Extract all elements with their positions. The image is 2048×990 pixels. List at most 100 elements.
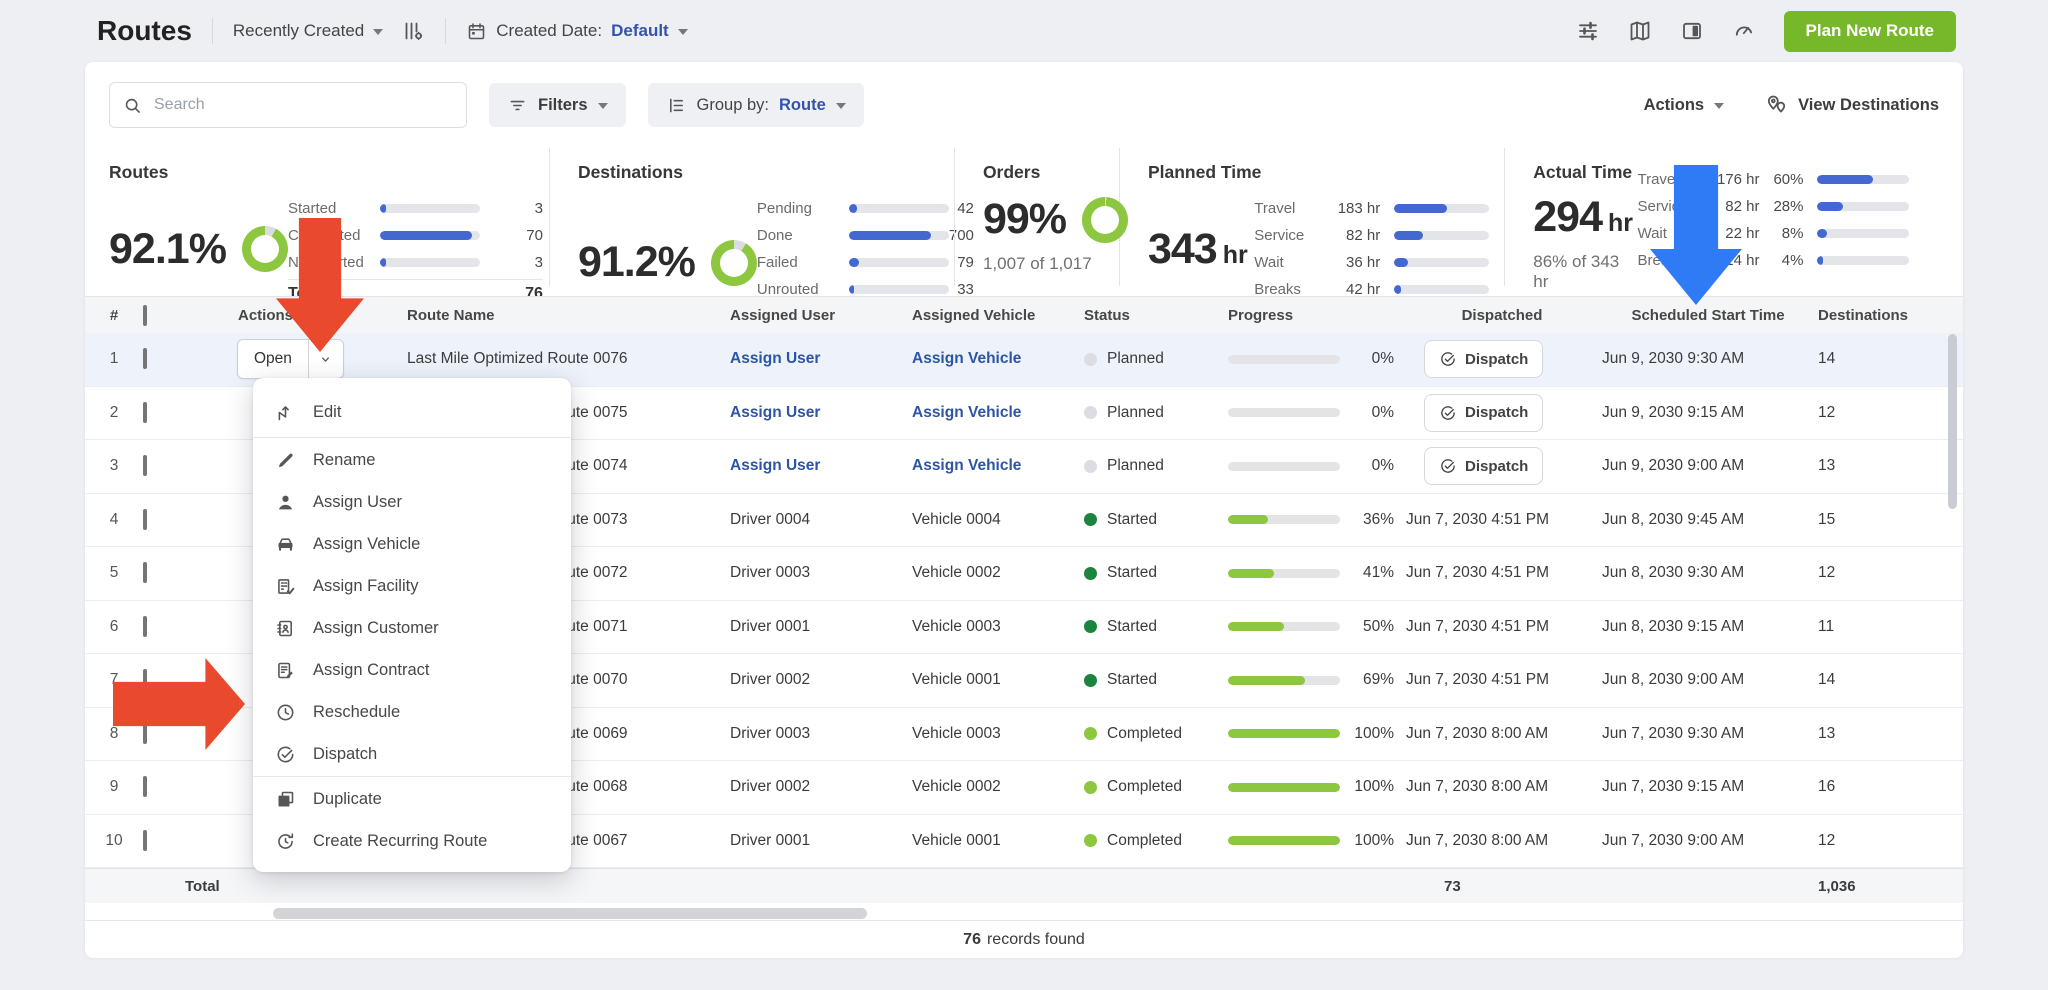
assigned-user-cell: Driver 0002: [702, 778, 882, 796]
facility-icon: [275, 576, 296, 597]
column-header-dispatched: Dispatched: [1404, 307, 1600, 324]
search-box[interactable]: [109, 82, 467, 128]
dispatch-button[interactable]: Dispatch: [1424, 447, 1543, 485]
destinations-cell: 12: [1816, 832, 1963, 850]
status-dot-started: [1084, 567, 1097, 580]
created-date-dropdown[interactable]: Created Date: Default: [466, 21, 687, 42]
menu-item-dispatch[interactable]: Dispatch: [253, 733, 571, 775]
top-bar: Routes Recently Created Created Date: De…: [0, 0, 2048, 62]
menu-item-assign-facility[interactable]: Assign Facility: [253, 565, 571, 607]
menu-item-reschedule[interactable]: Reschedule: [253, 691, 571, 733]
user-icon: [275, 492, 296, 513]
chevron-down-icon: [678, 29, 688, 35]
menu-item-label: Create Recurring Route: [313, 832, 487, 851]
columns-settings-icon[interactable]: [401, 19, 425, 43]
actions-dropdown[interactable]: Actions: [1644, 96, 1725, 115]
legend-value: 3: [480, 254, 543, 271]
gauge-icon[interactable]: [1732, 19, 1756, 43]
status-dot-completed: [1084, 781, 1097, 794]
row-number: 4: [85, 511, 143, 529]
assign-vehicle-link[interactable]: Assign Vehicle: [882, 350, 1064, 368]
group-by-button[interactable]: Group by: Route: [648, 83, 864, 127]
progress-percent: 36%: [1363, 511, 1404, 529]
destinations-cell: 14: [1816, 671, 1963, 689]
map-icon[interactable]: [1628, 19, 1652, 43]
assign-user-link[interactable]: Assign User: [702, 457, 882, 475]
assign-user-link[interactable]: Assign User: [702, 350, 882, 368]
filters-button[interactable]: Filters: [489, 83, 626, 127]
menu-item-rename[interactable]: Rename: [253, 439, 571, 481]
search-input[interactable]: [152, 95, 454, 115]
menu-item-duplicate[interactable]: Duplicate: [253, 778, 571, 820]
legend-pct: 60%: [1759, 171, 1803, 188]
check-circle-icon: [1439, 350, 1457, 368]
status-dot-started: [1084, 513, 1097, 526]
assigned-user-cell: Driver 0004: [702, 511, 882, 529]
row-checkbox[interactable]: [143, 455, 147, 476]
legend-bar: [849, 231, 949, 240]
dispatch-icon: [275, 744, 296, 765]
legend-value: 3: [480, 200, 543, 217]
row-checkbox[interactable]: [143, 776, 147, 797]
menu-item-assign-user[interactable]: Assign User: [253, 481, 571, 523]
assigned-vehicle-cell: Vehicle 0004: [882, 511, 1064, 529]
progress-percent: 0%: [1372, 457, 1404, 475]
select-all-checkbox[interactable]: [143, 305, 147, 326]
progress-bar: [1228, 355, 1340, 364]
row-checkbox[interactable]: [143, 830, 147, 851]
menu-item-assign-vehicle[interactable]: Assign Vehicle: [253, 523, 571, 565]
row-number: 2: [85, 404, 143, 422]
menu-item-label: Edit: [313, 403, 341, 422]
destinations-cell: 12: [1816, 404, 1963, 422]
progress-percent: 0%: [1372, 350, 1404, 368]
open-button[interactable]: Open: [237, 339, 344, 379]
row-number: 3: [85, 457, 143, 475]
row-checkbox[interactable]: [143, 562, 147, 583]
sort-dropdown[interactable]: Recently Created: [233, 21, 383, 41]
group-by-value: Route: [779, 96, 826, 115]
assign-vehicle-link[interactable]: Assign Vehicle: [882, 404, 1064, 422]
records-text: records found: [987, 931, 1085, 949]
tune-icon[interactable]: [1576, 19, 1600, 43]
horizontal-scrollbar-thumb[interactable]: [273, 908, 867, 919]
row-checkbox[interactable]: [143, 509, 147, 530]
scheduled-start-time-cell: Jun 8, 2030 9:45 AM: [1600, 511, 1816, 529]
recurring-icon: [275, 831, 296, 852]
vertical-scrollbar-thumb[interactable]: [1948, 334, 1957, 509]
assign-user-link[interactable]: Assign User: [702, 404, 882, 422]
row-checkbox[interactable]: [143, 348, 147, 369]
customer-icon: [275, 618, 296, 639]
status-cell: Started: [1064, 618, 1204, 636]
stat-title: Actual Time: [1533, 162, 1637, 183]
legend-label: Started: [288, 200, 380, 217]
destinations-cell: 11: [1816, 618, 1963, 636]
row-number: 9: [85, 778, 143, 796]
contract-icon: [275, 660, 296, 681]
checkbox-cell: [143, 404, 205, 422]
row-checkbox[interactable]: [143, 402, 147, 423]
list-toolbar: Filters Group by: Route Actions View Des…: [109, 82, 1939, 128]
actions-cell: Open: [205, 339, 377, 379]
status-dot-started: [1084, 620, 1097, 633]
assign-vehicle-link[interactable]: Assign Vehicle: [882, 457, 1064, 475]
status-cell: Started: [1064, 671, 1204, 689]
menu-item-edit[interactable]: Edit: [253, 388, 571, 436]
status-dot-completed: [1084, 834, 1097, 847]
dispatch-button[interactable]: Dispatch: [1424, 340, 1543, 378]
panel-icon[interactable]: [1680, 19, 1704, 43]
map-pins-icon: [1764, 93, 1788, 117]
plan-new-route-button[interactable]: Plan New Route: [1784, 11, 1956, 52]
menu-item-assign-customer[interactable]: Assign Customer: [253, 607, 571, 649]
row-checkbox[interactable]: [143, 616, 147, 637]
destinations-percent: 91.2%: [578, 238, 695, 287]
column-header-destinations: Destinations: [1816, 307, 1963, 324]
dispatched-cell: Jun 7, 2030 8:00 AM: [1404, 725, 1600, 743]
menu-item-assign-contract[interactable]: Assign Contract: [253, 649, 571, 691]
progress-cell: 0%: [1204, 457, 1404, 475]
open-button-chevron[interactable]: [308, 340, 343, 378]
stat-planned-time: Planned Time 343hr Travel183 hrService82…: [1119, 148, 1504, 286]
dispatch-button[interactable]: Dispatch: [1424, 394, 1543, 432]
total-label: Total: [85, 878, 377, 895]
menu-item-create-recurring-route[interactable]: Create Recurring Route: [253, 820, 571, 862]
view-destinations-button[interactable]: View Destinations: [1764, 93, 1939, 117]
